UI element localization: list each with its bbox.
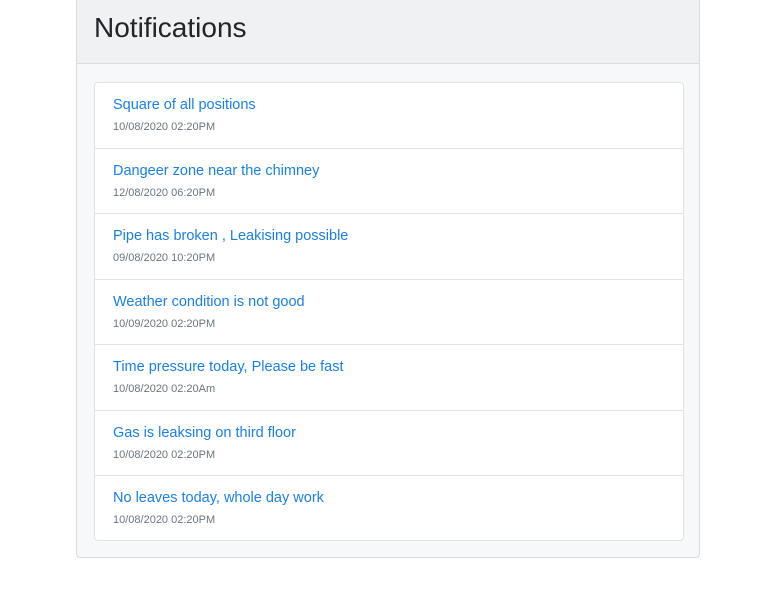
notification-timestamp: 09/08/2020 10:20PM	[113, 252, 216, 264]
notification-item[interactable]: Weather condition is not good 10/09/2020…	[95, 280, 683, 345]
notification-timestamp: 10/08/2020 02:20PM	[113, 514, 216, 526]
notification-timestamp: 10/08/2020 02:20PM	[113, 121, 216, 133]
notification-title[interactable]: Time pressure today, Please be fast	[113, 358, 344, 376]
notification-timestamp: 10/08/2020 02:20Am	[113, 383, 216, 395]
notification-title[interactable]: Weather condition is not good	[113, 293, 305, 311]
notification-item[interactable]: Dangeer zone near the chimney 12/08/2020…	[95, 149, 683, 214]
notification-list: Square of all positions 10/08/2020 02:20…	[94, 82, 684, 541]
page-title: Notifications	[94, 12, 247, 43]
notification-title[interactable]: Gas is leaksing on third floor	[113, 424, 296, 442]
notification-item[interactable]: No leaves today, whole day work 10/08/20…	[95, 476, 683, 540]
notification-title[interactable]: Square of all positions	[113, 96, 256, 114]
notification-timestamp: 12/08/2020 06:20PM	[113, 186, 216, 199]
notification-title[interactable]: No leaves today, whole day work	[113, 489, 324, 507]
notification-item[interactable]: Pipe has broken , Leakising possible 09/…	[95, 214, 683, 280]
notification-title[interactable]: Dangeer zone near the chimney	[113, 162, 319, 180]
card-header: Notifications	[77, 0, 699, 64]
notification-item[interactable]: Time pressure today, Please be fast 10/0…	[95, 345, 683, 411]
notification-title[interactable]: Pipe has broken , Leakising possible	[113, 227, 348, 245]
notifications-card: Notifications Square of all positions 10…	[76, 0, 700, 558]
notification-timestamp: 10/09/2020 02:20PM	[113, 317, 216, 330]
notification-timestamp: 10/08/2020 02:20PM	[113, 448, 216, 461]
notification-item[interactable]: Gas is leaksing on third floor 10/08/202…	[95, 411, 683, 476]
notification-item[interactable]: Square of all positions 10/08/2020 02:20…	[95, 83, 683, 149]
